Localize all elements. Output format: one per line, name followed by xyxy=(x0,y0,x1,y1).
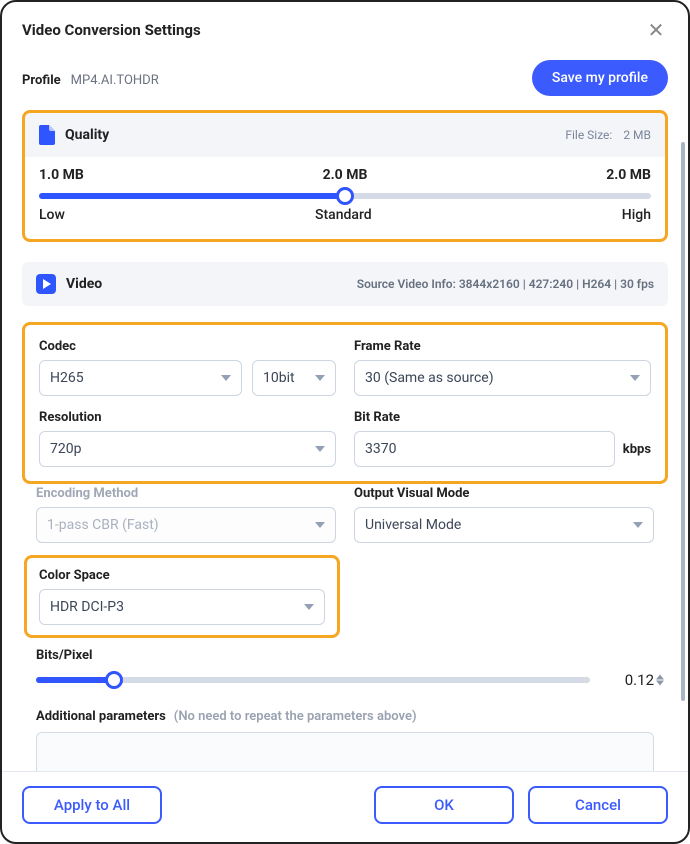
profile-text: Profile MP4.AI.TOHDR xyxy=(22,69,159,88)
encoding-select: 1-pass CBR (Fast) xyxy=(36,507,336,543)
play-icon xyxy=(36,274,56,294)
bitspixel-field: Bits/Pixel 0.12 xyxy=(22,648,668,689)
video-title: Video xyxy=(66,276,102,292)
colorspace-panel: Color Space HDR DCI-P3 xyxy=(24,555,340,638)
ovm-value: Universal Mode xyxy=(365,517,461,533)
encoding-label: Encoding Method xyxy=(36,486,336,501)
dialog-header: Video Conversion Settings ✕ xyxy=(2,2,688,52)
quality-min: 1.0 MB xyxy=(39,167,84,183)
bitspixel-value: 0.12 xyxy=(604,671,654,689)
framerate-field: Frame Rate 30 (Same as source) xyxy=(354,339,651,396)
colorspace-select[interactable]: HDR DCI-P3 xyxy=(39,589,325,625)
quality-value-row: 1.0 MB 2.0 MB 2.0 MB xyxy=(39,167,651,183)
file-size-text: File Size: xyxy=(565,128,612,142)
bitspixel-stepper[interactable] xyxy=(656,675,664,686)
bitrate-value: 3370 xyxy=(365,441,396,457)
dialog-body: Quality File Size: 2 MB 1.0 MB 2.0 MB 2.… xyxy=(2,110,688,771)
profile-row: Profile MP4.AI.TOHDR Save my profile xyxy=(2,52,688,110)
save-profile-button[interactable]: Save my profile xyxy=(532,60,668,96)
framerate-select[interactable]: 30 (Same as source) xyxy=(354,360,651,396)
quality-panel: Quality File Size: 2 MB 1.0 MB 2.0 MB 2.… xyxy=(22,110,668,242)
ok-button[interactable]: OK xyxy=(374,786,514,824)
bitrate-field: Bit Rate 3370 kbps xyxy=(354,410,651,467)
bitrate-unit: kbps xyxy=(623,442,651,457)
ovm-select[interactable]: Universal Mode xyxy=(354,507,654,543)
quality-title: Quality xyxy=(65,127,109,143)
quality-label-row: Low Standard High xyxy=(39,207,651,223)
framerate-label: Frame Rate xyxy=(354,339,651,354)
framerate-value: 30 (Same as source) xyxy=(365,370,494,386)
quality-high: High xyxy=(622,207,651,223)
additional-parameters-textarea[interactable] xyxy=(36,732,654,771)
video-main-settings: Codec H265 10bit Frame Rate xyxy=(22,322,668,484)
close-icon[interactable]: ✕ xyxy=(644,18,668,42)
step-down-icon[interactable] xyxy=(656,681,664,686)
bitrate-label: Bit Rate xyxy=(354,410,651,425)
resolution-select[interactable]: 720p xyxy=(39,431,336,467)
resolution-label: Resolution xyxy=(39,410,336,425)
ovm-field: Output Visual Mode Universal Mode xyxy=(354,486,654,543)
apply-to-all-button[interactable]: Apply to All xyxy=(22,786,162,824)
ovm-label: Output Visual Mode xyxy=(354,486,654,501)
quality-mid: 2.0 MB xyxy=(323,167,368,183)
resolution-field: Resolution 720p xyxy=(39,410,336,467)
chevron-down-icon xyxy=(304,604,314,610)
encoding-field: Encoding Method 1-pass CBR (Fast) xyxy=(36,486,336,543)
dialog-title: Video Conversion Settings xyxy=(22,21,201,39)
file-size-label: File Size: 2 MB xyxy=(565,128,651,142)
video-header: Video Source Video Info: 3844x2160 | 427… xyxy=(22,262,668,306)
file-size-value: 2 MB xyxy=(623,128,651,142)
chevron-down-icon xyxy=(315,375,325,381)
profile-value: MP4.AI.TOHDR xyxy=(71,73,159,88)
quality-standard: Standard xyxy=(315,207,372,223)
quality-low: Low xyxy=(39,207,65,223)
source-video-info: Source Video Info: 3844x2160 | 427:240 |… xyxy=(357,277,654,291)
bitspixel-slider-knob[interactable] xyxy=(105,671,123,689)
quality-slider-knob[interactable] xyxy=(336,187,354,205)
codec-select[interactable]: H265 xyxy=(39,360,242,396)
video-conversion-dialog: Video Conversion Settings ✕ Profile MP4.… xyxy=(0,0,690,844)
codec-label: Codec xyxy=(39,339,336,354)
bitspixel-label: Bits/Pixel xyxy=(36,648,654,663)
profile-label: Profile xyxy=(22,73,61,88)
chevron-down-icon xyxy=(315,522,325,528)
ap-label: Additional parameters xyxy=(36,709,166,724)
quality-slider[interactable] xyxy=(39,193,651,199)
quality-max: 2.0 MB xyxy=(606,167,651,183)
chevron-down-icon xyxy=(630,375,640,381)
bitdepth-value: 10bit xyxy=(263,370,295,386)
chevron-down-icon xyxy=(633,522,643,528)
additional-parameters: Additional parameters (No need to repeat… xyxy=(22,705,668,771)
dialog-footer: Apply to All OK Cancel xyxy=(2,771,688,842)
resolution-value: 720p xyxy=(50,441,81,457)
file-icon xyxy=(39,125,55,145)
bitrate-input[interactable]: 3370 xyxy=(354,431,615,467)
bitspixel-slider[interactable] xyxy=(36,677,590,683)
encoding-value: 1-pass CBR (Fast) xyxy=(47,517,159,533)
ap-hint: (No need to repeat the parameters above) xyxy=(174,709,417,724)
codec-value: H265 xyxy=(50,370,84,386)
scrollbar[interactable] xyxy=(681,142,685,701)
chevron-down-icon xyxy=(315,446,325,452)
chevron-down-icon xyxy=(221,375,231,381)
step-up-icon[interactable] xyxy=(656,675,664,680)
colorspace-value: HDR DCI-P3 xyxy=(50,599,124,615)
cancel-button[interactable]: Cancel xyxy=(528,786,668,824)
bitdepth-select[interactable]: 10bit xyxy=(252,360,336,396)
codec-field: Codec H265 10bit xyxy=(39,339,336,396)
colorspace-label: Color Space xyxy=(39,568,325,583)
quality-header: Quality File Size: 2 MB xyxy=(25,113,665,157)
